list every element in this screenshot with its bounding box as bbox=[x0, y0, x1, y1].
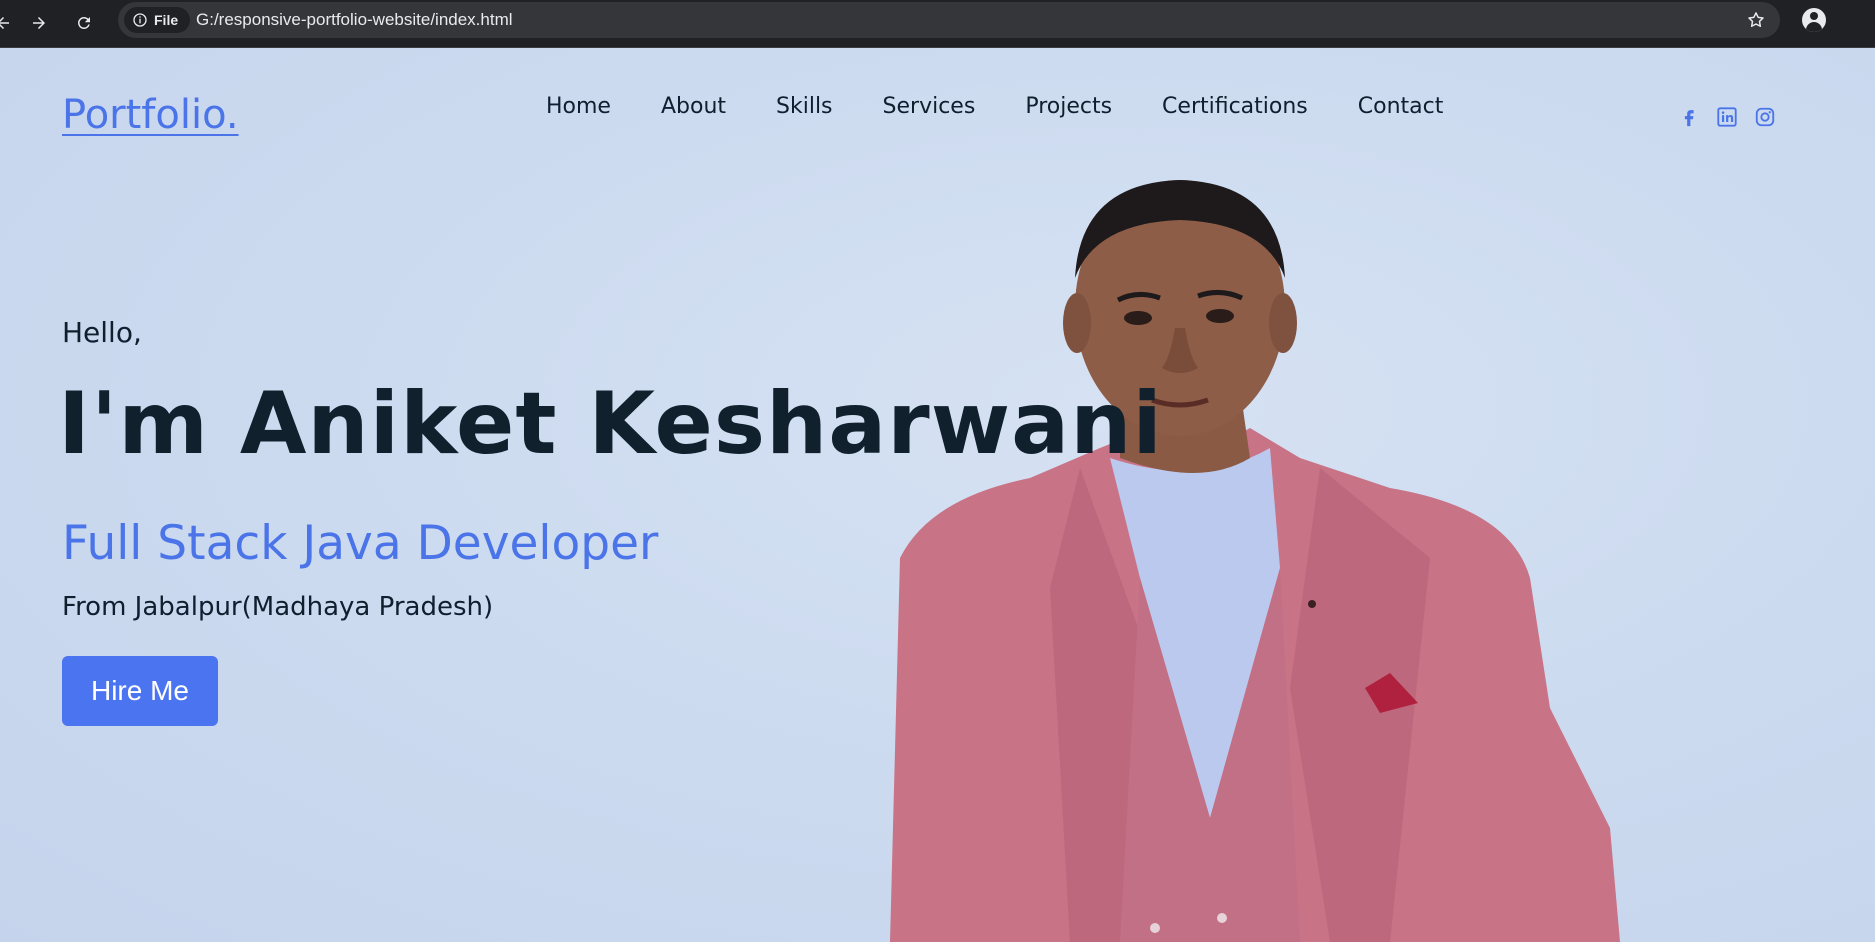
url-text[interactable]: G:/responsive-portfolio-website/index.ht… bbox=[196, 10, 513, 30]
logo-link[interactable]: Portfolio. bbox=[62, 92, 239, 138]
hero-greeting: Hello, bbox=[62, 316, 142, 349]
hero-role: Full Stack Java Developer bbox=[62, 516, 659, 571]
bookmark-button[interactable] bbox=[1744, 8, 1768, 32]
arrow-right-icon bbox=[33, 17, 45, 29]
portfolio-page: Portfolio. Home About Skills Services Pr… bbox=[0, 48, 1875, 942]
hero-portrait-image bbox=[890, 180, 1620, 942]
instagram-icon bbox=[1755, 107, 1775, 127]
social-links bbox=[1676, 104, 1778, 130]
hero-location: From Jabalpur(Madhaya Pradesh) bbox=[62, 592, 494, 622]
nav-contact[interactable]: Contact bbox=[1358, 94, 1444, 119]
star-icon bbox=[1748, 12, 1764, 27]
avatar-icon bbox=[1802, 8, 1826, 32]
reload-button[interactable] bbox=[67, 6, 101, 40]
address-bar[interactable]: File G:/responsive-portfolio-website/ind… bbox=[118, 2, 1780, 38]
hero-name: I'm Aniket Kesharwani bbox=[58, 374, 1163, 474]
back-button[interactable] bbox=[0, 6, 20, 40]
forward-button[interactable] bbox=[22, 6, 56, 40]
facebook-icon bbox=[1684, 110, 1694, 127]
linkedin-icon bbox=[1717, 107, 1737, 127]
nav-skills[interactable]: Skills bbox=[776, 94, 833, 119]
facebook-link[interactable] bbox=[1676, 104, 1702, 130]
nav-about[interactable]: About bbox=[661, 94, 726, 119]
nav-home[interactable]: Home bbox=[546, 94, 611, 119]
site-info-chip[interactable]: File bbox=[124, 7, 191, 33]
nav-certifications[interactable]: Certifications bbox=[1162, 94, 1308, 119]
hire-me-button[interactable]: Hire Me bbox=[62, 656, 218, 726]
reload-icon bbox=[77, 16, 90, 29]
arrow-left-icon bbox=[0, 17, 9, 29]
site-chip-label: File bbox=[154, 12, 179, 28]
linkedin-link[interactable] bbox=[1714, 104, 1740, 130]
nav-services[interactable]: Services bbox=[883, 94, 976, 119]
info-icon bbox=[133, 13, 147, 27]
profile-button[interactable] bbox=[1799, 5, 1829, 35]
nav-projects[interactable]: Projects bbox=[1025, 94, 1112, 119]
instagram-link[interactable] bbox=[1752, 104, 1778, 130]
main-navigation: Home About Skills Services Projects Cert… bbox=[546, 94, 1493, 119]
browser-toolbar: File G:/responsive-portfolio-website/ind… bbox=[0, 0, 1875, 48]
